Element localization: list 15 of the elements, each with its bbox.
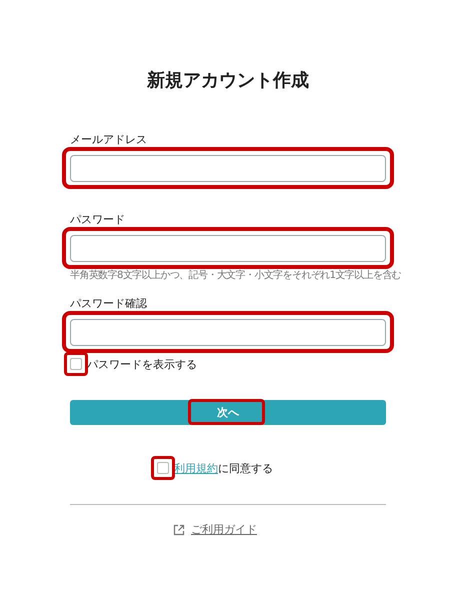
hint-text: 半角英数字8文字以上かつ、記号・大文字・小文字をそれぞれ1文字以上を含む bbox=[70, 268, 402, 282]
input-field[interactable] bbox=[70, 155, 386, 182]
checkbox[interactable] bbox=[70, 358, 82, 370]
external-link-icon bbox=[173, 524, 185, 536]
page-title: 新規アカウント作成 bbox=[146, 69, 310, 92]
guide-link[interactable]: ご利用ガイド bbox=[191, 522, 257, 537]
input-field[interactable] bbox=[70, 319, 386, 346]
next-button[interactable]: 次へ bbox=[70, 400, 386, 425]
checkbox[interactable] bbox=[157, 462, 169, 474]
field-label: パスワード bbox=[70, 212, 126, 227]
terms-link[interactable]: 利用規約 bbox=[174, 462, 218, 474]
agree-text: 利用規約に同意する bbox=[174, 460, 273, 476]
field-label: パスワード確認 bbox=[70, 296, 148, 311]
input-field[interactable] bbox=[70, 235, 386, 262]
field-label: メールアドレス bbox=[70, 132, 148, 147]
